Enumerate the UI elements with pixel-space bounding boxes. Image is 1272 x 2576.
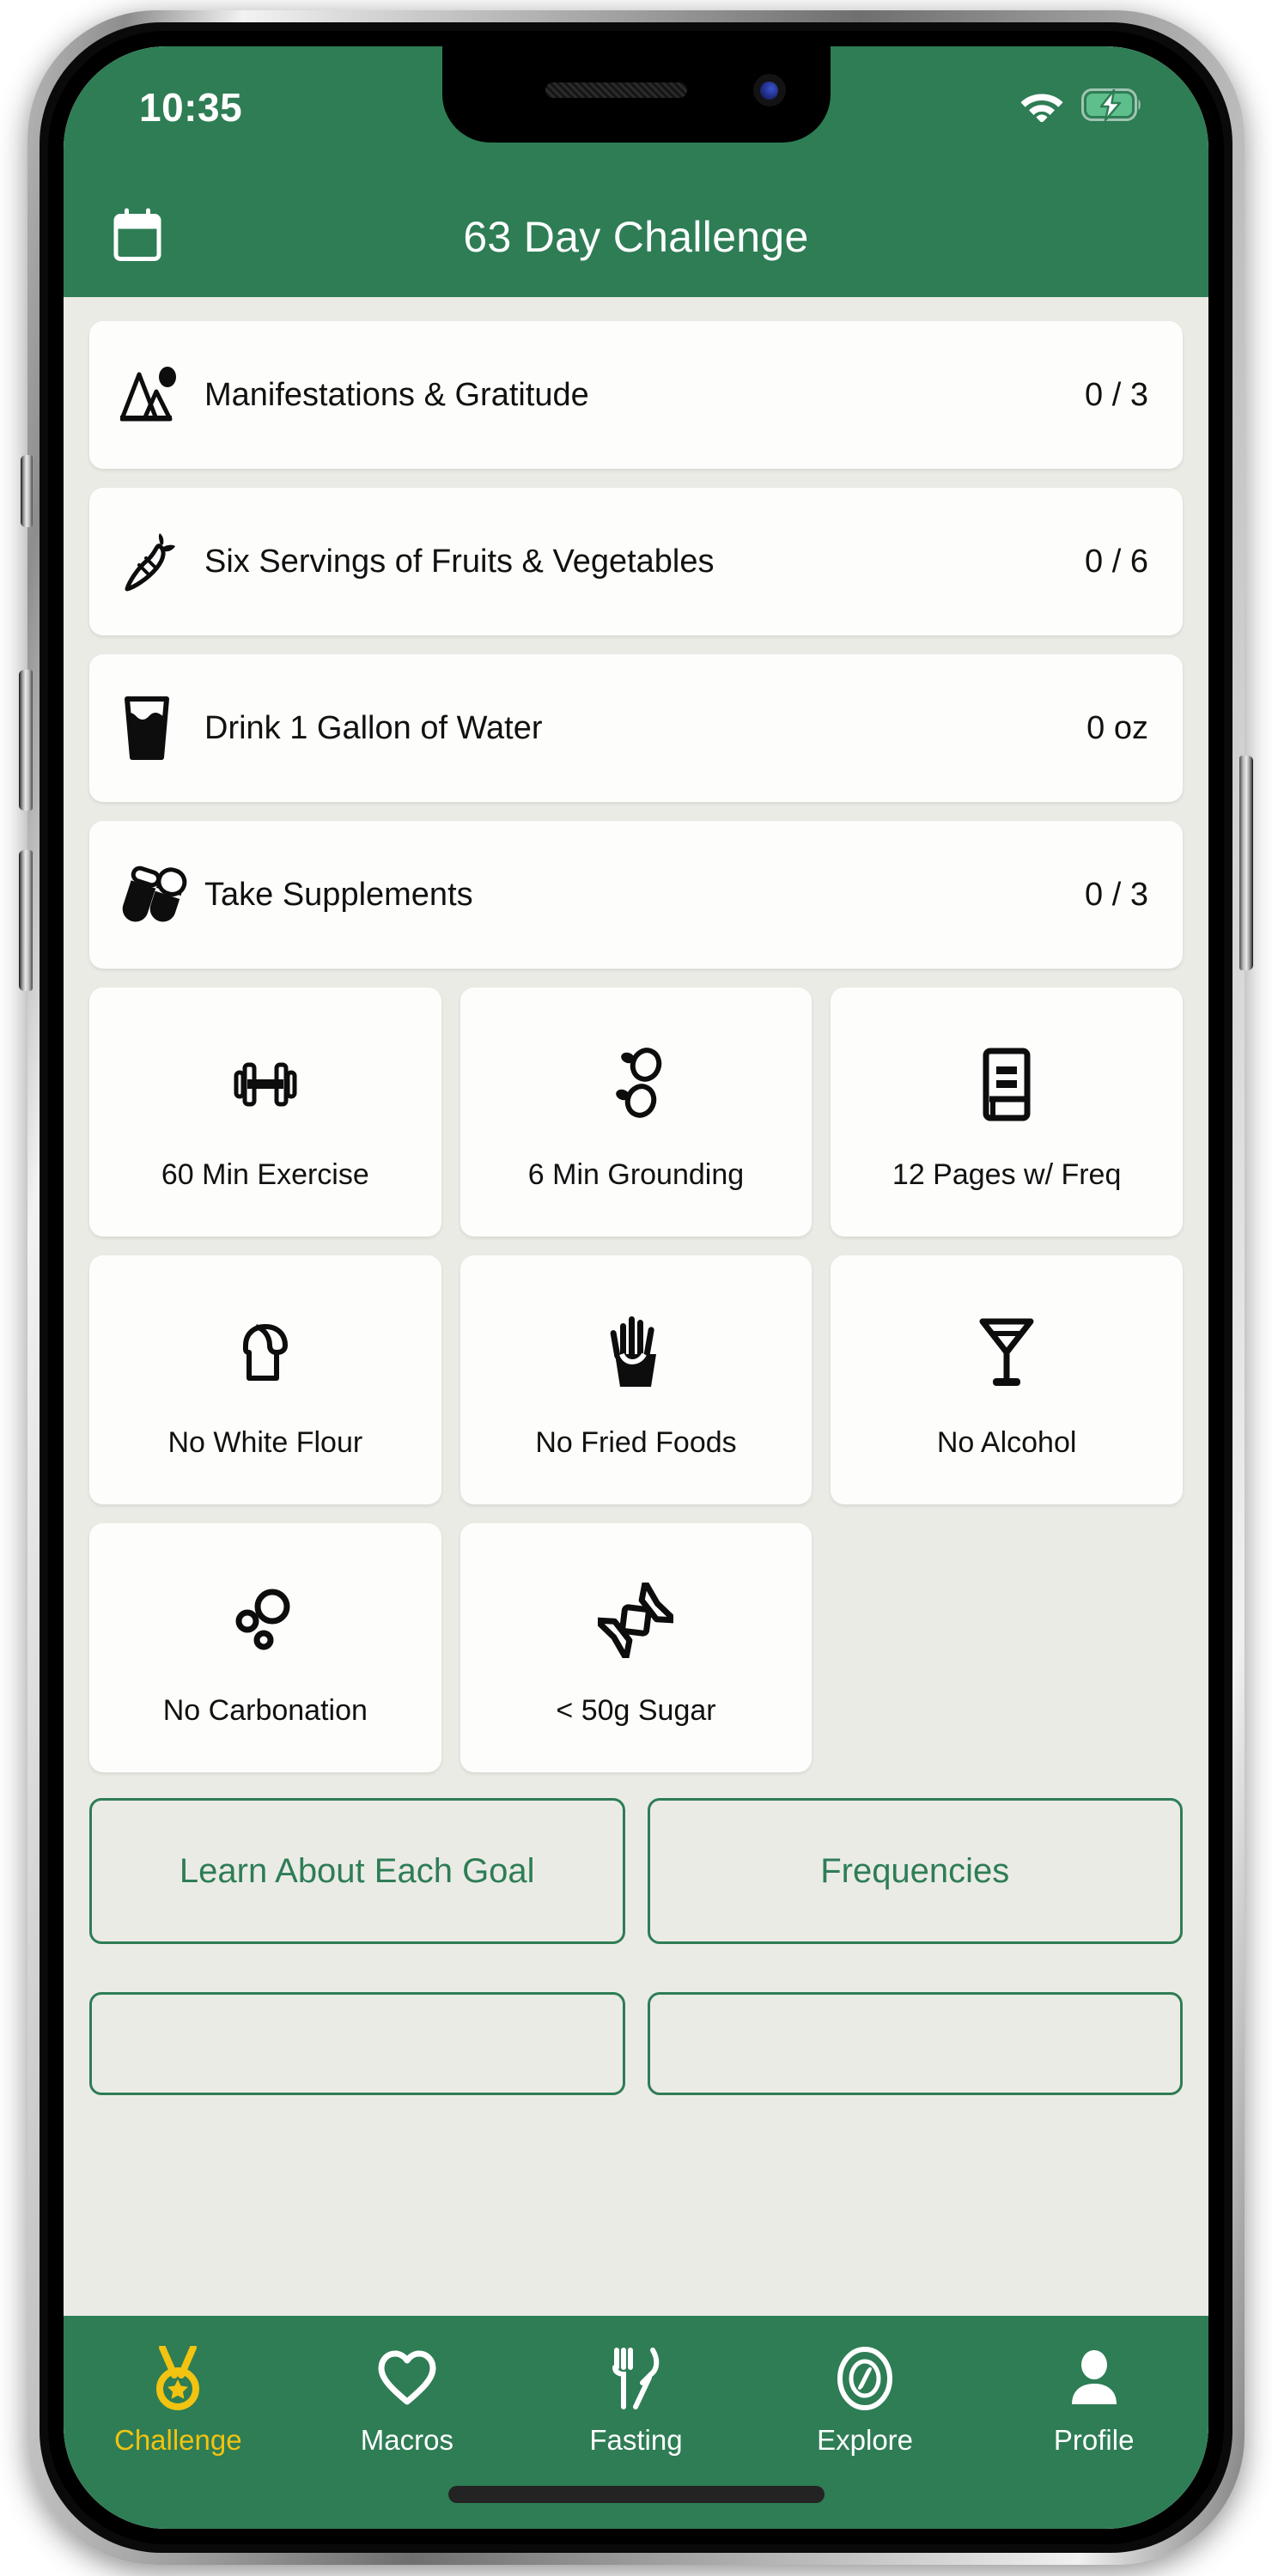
screenshot-stage: 10:35 63 Day Challenge Manifestations & … [0, 0, 1272, 2576]
goal-row-label: Drink 1 Gallon of Water [204, 709, 543, 746]
goal-row-water[interactable]: Drink 1 Gallon of Water 0 oz [89, 654, 1183, 802]
goal-tile-placeholder [831, 1523, 1183, 1772]
goal-tile-label: 60 Min Exercise [161, 1157, 369, 1191]
calendar-icon[interactable] [112, 208, 163, 267]
goal-row-label: Six Servings of Fruits & Vegetables [204, 543, 715, 580]
tab-macros[interactable]: Macros [293, 2345, 522, 2457]
goal-tile-label: No White Flour [167, 1425, 363, 1459]
bubbles-icon [230, 1569, 301, 1672]
goal-row-supplements[interactable]: Take Supplements 0 / 3 [89, 821, 1183, 969]
goal-tile-no-carbonation[interactable]: No Carbonation [89, 1523, 441, 1772]
goal-row-count: 0 / 6 [1085, 543, 1148, 580]
tab-fasting[interactable]: Fasting [521, 2345, 751, 2457]
mountain-sun-icon [120, 366, 194, 424]
fries-icon [605, 1301, 666, 1404]
status-bar-time: 10:35 [139, 85, 243, 130]
dumbbell-icon [228, 1033, 302, 1136]
tab-label: Macros [360, 2424, 453, 2456]
home-indicator[interactable] [447, 2486, 825, 2503]
goal-row-label: Take Supplements [204, 876, 473, 913]
footprints-icon [601, 1033, 670, 1136]
goal-tile-grounding[interactable]: 6 Min Grounding [460, 987, 812, 1236]
app-root: 10:35 63 Day Challenge Manifestations & … [64, 46, 1208, 2529]
goal-tile-label: 12 Pages w/ Freq [892, 1157, 1122, 1191]
earpiece-speaker-icon [545, 82, 687, 98]
goal-tile-label: 6 Min Grounding [527, 1157, 745, 1191]
utensils-crossed-icon [605, 2345, 666, 2412]
goal-tile-exercise[interactable]: 60 Min Exercise [89, 987, 441, 1236]
heart-icon [377, 2345, 437, 2412]
bread-icon [228, 1301, 302, 1404]
battery-charging-icon [1081, 88, 1143, 121]
goal-tile-label: < 50g Sugar [556, 1693, 716, 1727]
compass-icon [836, 2345, 894, 2412]
tab-challenge[interactable]: Challenge [64, 2345, 293, 2457]
nav-bar: 63 Day Challenge [64, 177, 1208, 297]
goal-row-count: 0 / 3 [1085, 376, 1148, 413]
goal-tile-label: No Alcohol [936, 1425, 1077, 1459]
cocktail-icon [972, 1301, 1041, 1404]
person-icon [1068, 2345, 1121, 2412]
carrot-icon [120, 531, 194, 592]
tab-label: Profile [1053, 2424, 1135, 2456]
tab-label: Fasting [589, 2424, 683, 2456]
tab-label: Explore [817, 2424, 914, 2456]
status-bar-indicators [1019, 88, 1143, 122]
power-button[interactable] [1239, 756, 1253, 970]
goal-row-count: 0 / 3 [1085, 876, 1148, 913]
medal-icon [151, 2345, 204, 2412]
candy-icon [598, 1569, 674, 1672]
action-button-row: Learn About Each Goal Frequencies [89, 1798, 1183, 1944]
wifi-icon [1019, 88, 1064, 122]
goal-tile-no-alcohol[interactable]: No Alcohol [831, 1255, 1183, 1504]
water-glass-icon [120, 696, 194, 761]
tab-profile[interactable]: Profile [979, 2345, 1208, 2457]
goal-tile-no-white-flour[interactable]: No White Flour [89, 1255, 441, 1504]
goal-row-label: Manifestations & Gratitude [204, 376, 589, 413]
goal-row-count: 0 oz [1086, 709, 1148, 746]
notch [441, 46, 831, 143]
scroll-content[interactable]: Manifestations & Gratitude 0 / 3 Six Ser… [64, 297, 1208, 2316]
silent-switch[interactable] [21, 455, 33, 527]
front-camera-icon [752, 74, 786, 106]
goal-row-fruits-vegetables[interactable]: Six Servings of Fruits & Vegetables 0 / … [89, 488, 1183, 635]
volume-up-button[interactable] [19, 670, 33, 811]
goal-tile-label: No Fried Foods [535, 1425, 737, 1459]
book-icon [974, 1033, 1039, 1136]
pills-icon [120, 864, 194, 926]
phone-screen: 10:35 63 Day Challenge Manifestations & … [64, 46, 1208, 2529]
tab-label: Challenge [113, 2424, 242, 2456]
goal-tile-sugar[interactable]: < 50g Sugar [460, 1523, 812, 1772]
learn-about-each-goal-button[interactable]: Learn About Each Goal [89, 1798, 625, 1944]
volume-down-button[interactable] [19, 850, 33, 991]
goal-tile-grid: 60 Min Exercise 6 Min Grounding 12 Pages… [89, 987, 1183, 1772]
goal-row-manifestations[interactable]: Manifestations & Gratitude 0 / 3 [89, 321, 1183, 469]
tab-explore[interactable]: Explore [751, 2345, 980, 2457]
partial-button-right[interactable] [647, 1992, 1183, 2095]
partial-button-left[interactable] [89, 1992, 625, 2095]
goal-tile-pages[interactable]: 12 Pages w/ Freq [831, 987, 1183, 1236]
page-title: 63 Day Challenge [463, 213, 809, 261]
goal-tile-no-fried-foods[interactable]: No Fried Foods [460, 1255, 812, 1504]
frequencies-button[interactable]: Frequencies [647, 1798, 1183, 1944]
action-button-row-partial [89, 1970, 1183, 2095]
goal-tile-label: No Carbonation [162, 1693, 368, 1727]
